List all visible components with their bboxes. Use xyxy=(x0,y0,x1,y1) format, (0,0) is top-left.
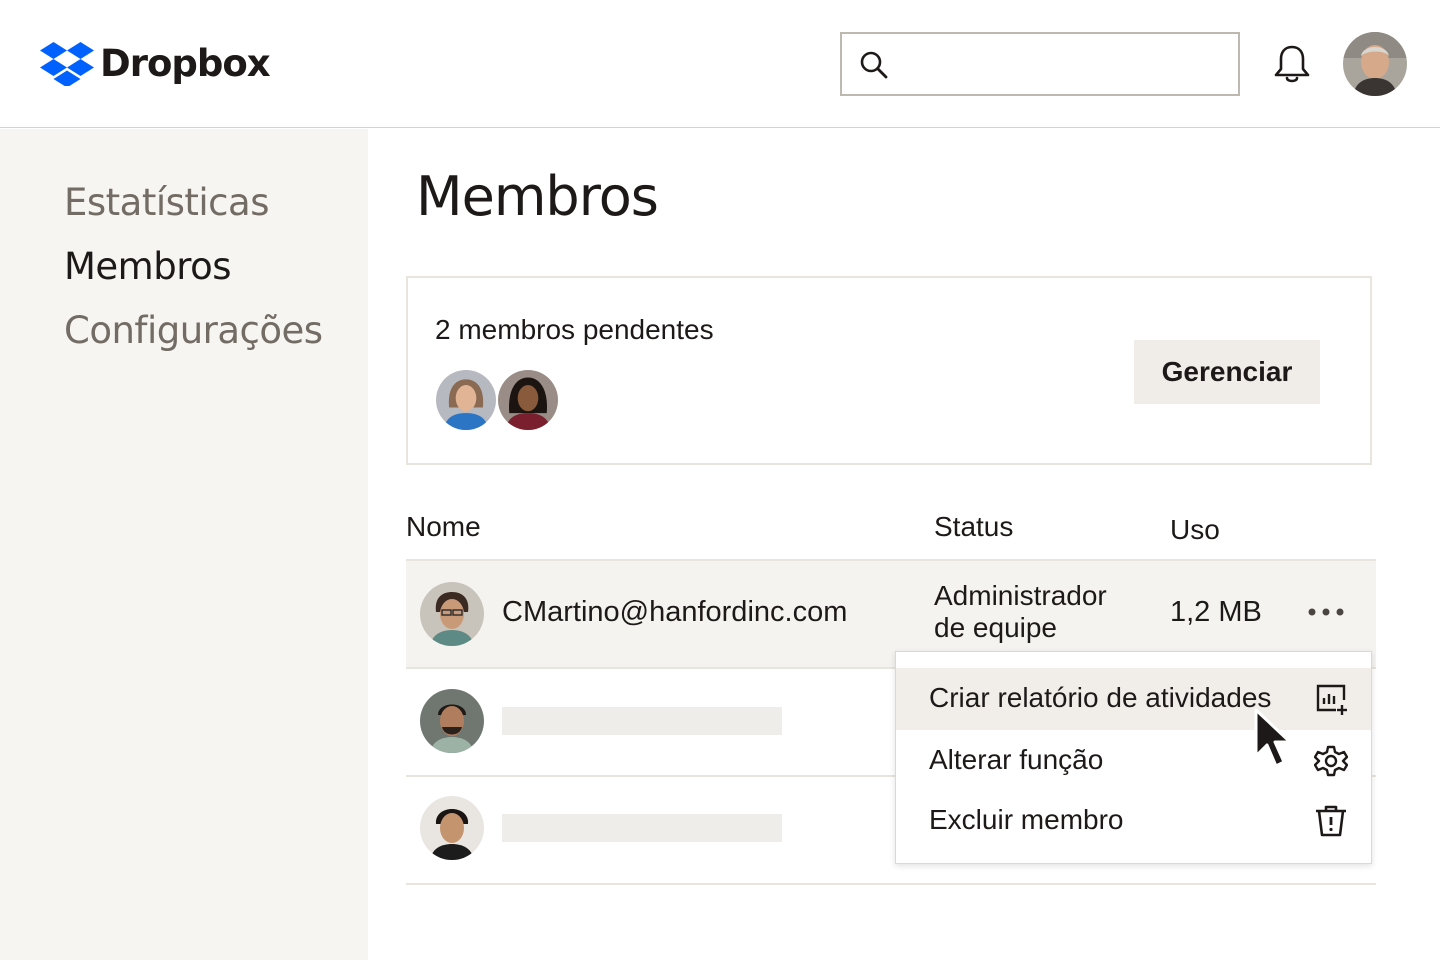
member-status-line: Administrador xyxy=(934,580,1107,611)
member-avatar xyxy=(420,689,484,753)
manage-button[interactable]: Gerenciar xyxy=(1134,340,1320,404)
menu-item-change-role[interactable]: Alterar função xyxy=(896,730,1371,792)
trash-icon xyxy=(1316,805,1346,837)
column-header-name[interactable]: Nome xyxy=(406,511,481,543)
report-add-icon xyxy=(1316,684,1347,715)
member-email: CMartino@hanfordinc.com xyxy=(502,596,848,628)
avatar xyxy=(436,370,496,430)
row-options-menu: Criar relatório de atividades Alterar fu… xyxy=(895,651,1372,864)
search-input[interactable] xyxy=(902,44,1222,84)
avatar xyxy=(420,689,484,753)
menu-item-create-activity-report[interactable]: Criar relatório de atividades xyxy=(896,668,1371,730)
divider xyxy=(406,883,1376,885)
top-bar: Dropbox xyxy=(0,0,1440,128)
member-status: Administrador de equipe xyxy=(934,580,1154,644)
member-status-line: de equipe xyxy=(934,612,1058,643)
sidebar-item-membros[interactable]: Membros xyxy=(64,245,232,288)
avatar xyxy=(420,582,484,646)
menu-item-label: Alterar função xyxy=(929,744,1104,775)
user-avatar-image xyxy=(1343,32,1407,96)
pending-members-card: 2 membros pendentes Gerenciar xyxy=(406,276,1372,465)
sidebar-item-configuracoes[interactable]: Configurações xyxy=(64,309,323,352)
member-usage: 1,2 MB xyxy=(1170,596,1262,628)
avatar xyxy=(420,796,484,860)
brand-name: Dropbox xyxy=(100,41,271,85)
sidebar-item-estatisticas[interactable]: Estatísticas xyxy=(64,181,269,224)
member-avatar xyxy=(420,796,484,860)
menu-item-label: Excluir membro xyxy=(929,804,1124,835)
column-header-usage[interactable]: Uso xyxy=(1170,514,1220,546)
bell-icon[interactable] xyxy=(1270,42,1314,86)
placeholder-name xyxy=(502,814,782,842)
placeholder-name xyxy=(502,707,782,735)
search-box[interactable] xyxy=(840,32,1240,96)
sidebar: Estatísticas Membros Configurações xyxy=(0,129,368,960)
menu-item-delete-member[interactable]: Excluir membro xyxy=(896,790,1371,852)
menu-item-label: Criar relatório de atividades xyxy=(929,682,1272,713)
pending-member-avatar xyxy=(434,368,498,432)
avatar xyxy=(498,370,558,430)
gear-icon xyxy=(1314,745,1348,777)
member-avatar xyxy=(420,582,484,646)
search-icon xyxy=(860,51,888,79)
more-options-icon[interactable] xyxy=(1306,596,1346,628)
dropbox-logo-icon xyxy=(40,42,94,86)
page-title: Membros xyxy=(416,165,659,228)
pending-members-text: 2 membros pendentes xyxy=(435,314,714,345)
column-header-status[interactable]: Status xyxy=(934,511,1013,543)
user-avatar[interactable] xyxy=(1343,32,1407,96)
dropbox-logo[interactable]: Dropbox xyxy=(40,40,271,86)
pending-member-avatar xyxy=(496,368,560,432)
